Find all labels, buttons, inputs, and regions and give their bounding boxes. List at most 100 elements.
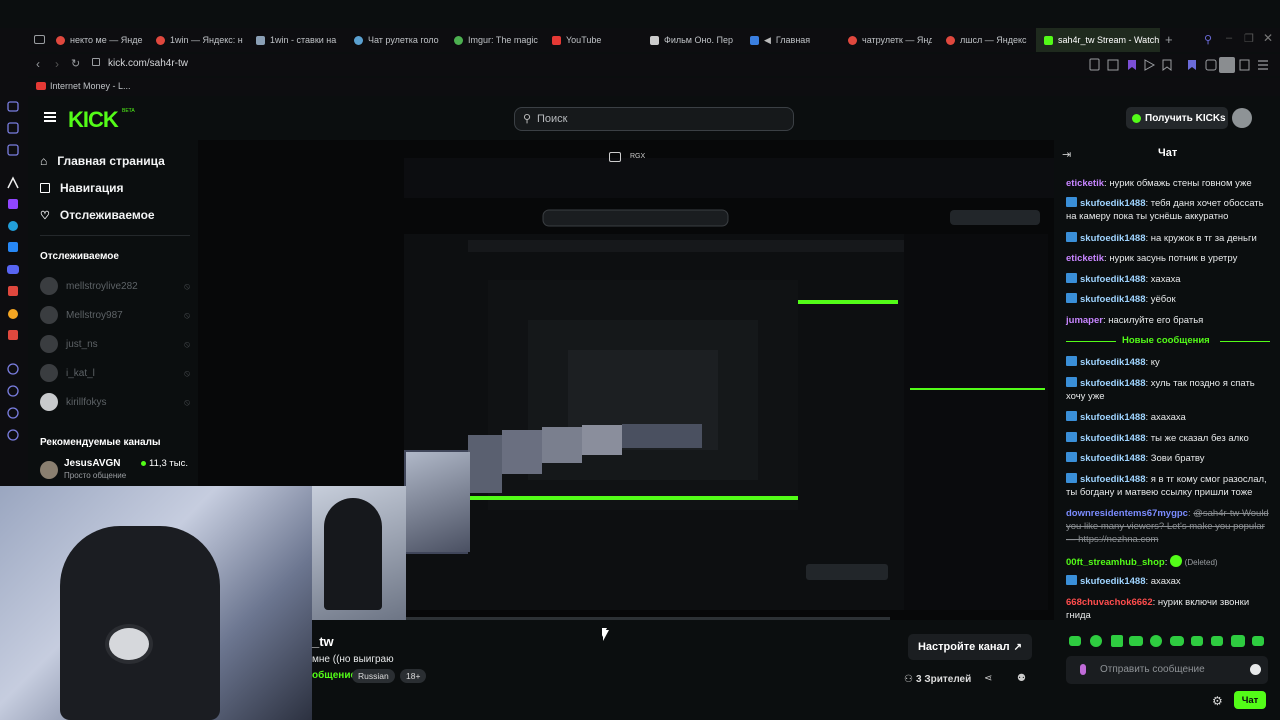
configure-channel-button[interactable]: Настройте канал ↗	[908, 634, 1032, 660]
kick-icon	[1044, 35, 1053, 45]
settings-icon[interactable]: ⚙	[1212, 694, 1223, 708]
sidebar: ⌂ Главная страница Навигация ♡ Отслеживаем…	[28, 140, 198, 485]
browser-tab[interactable]: чатрулетк — Янд	[848, 28, 932, 52]
avatar	[40, 461, 58, 479]
chat-message: skufoedik1488: я в тг кому смог разослал…	[1066, 473, 1267, 498]
pip-icon[interactable]	[609, 152, 621, 162]
chat-message: jumaper: насилуйте его братья	[1066, 315, 1204, 326]
search-input[interactable]: Поиск	[537, 113, 567, 125]
search-bar[interactable]: ⚲ Поиск	[514, 107, 794, 131]
avatar	[40, 335, 58, 353]
bookmarks-bar: Internet Money - L...	[0, 78, 1280, 96]
tag-chip[interactable]: Russian	[352, 669, 395, 683]
kicks-coin-icon	[1132, 113, 1141, 123]
emote-icon	[1170, 555, 1183, 567]
audio-icon: ◀	[764, 34, 771, 45]
chat-message: skufoedik1488: ты же сказал без алко	[1066, 432, 1274, 445]
search-tabs-icon[interactable]: ⚲	[1204, 33, 1212, 46]
followed-channel[interactable]: i_kat_l ⦸	[40, 364, 190, 382]
avatar[interactable]	[1232, 108, 1252, 128]
followed-channel[interactable]: kirillfokys ⦸	[40, 393, 190, 411]
browser-tab[interactable]: 1win - ставки на	[256, 28, 344, 52]
emoji-icon[interactable]	[1250, 664, 1261, 675]
extension-icons[interactable]	[1088, 57, 1278, 73]
tab-overview-icon[interactable]	[34, 35, 45, 44]
new-tab-icon[interactable]: +	[1165, 32, 1173, 47]
badge-icon	[1066, 197, 1077, 207]
live-dot-icon	[141, 461, 146, 466]
badge-icon	[1066, 273, 1077, 283]
rgx-label-icon: RGX	[630, 153, 646, 160]
badge-icon	[1066, 293, 1077, 303]
browser-tab[interactable]: ◀ Главная	[750, 28, 834, 52]
menu-icon[interactable]	[44, 112, 56, 122]
back-icon[interactable]: ‹	[36, 57, 40, 71]
yandex-icon	[946, 35, 955, 45]
microphone-icon[interactable]	[1080, 664, 1086, 675]
lock-icon	[92, 58, 100, 66]
followed-channel[interactable]: mellstroylive282 ⦸	[40, 277, 190, 295]
yandex-icon	[56, 35, 65, 45]
search-icon: ⚲	[523, 113, 532, 125]
followed-channel[interactable]: Mellstroy987 ⦸	[40, 306, 190, 324]
send-chat-button[interactable]: Чат	[1234, 691, 1266, 709]
tag-chip[interactable]: 18+	[400, 669, 427, 683]
nav-browse[interactable]: Навигация	[40, 181, 124, 195]
browser-tab[interactable]: YouTube	[552, 28, 636, 52]
tab-strip: некто ме — Янде 1win — Яндекс: н 1win - …	[0, 28, 1280, 52]
chat-roulette-icon	[354, 35, 363, 45]
offline-icon: ⦸	[184, 280, 190, 291]
address-bar: ‹ › ↻ kick.com/sah4r-tw	[0, 54, 1280, 76]
nav-home[interactable]: ⌂ Главная страница	[40, 154, 165, 168]
followed-channel[interactable]: just_ns ⦸	[40, 335, 190, 353]
browser-tab[interactable]: лшсл — Яндекс	[946, 28, 1030, 52]
imgur-icon	[454, 35, 463, 45]
chat-message: skufoedik1488: уёбок	[1066, 293, 1274, 306]
bookmark-item[interactable]: Internet Money - L...	[50, 81, 131, 91]
stream-category[interactable]: общение	[312, 670, 356, 681]
close-window-icon[interactable]: ✕	[1263, 31, 1273, 45]
recommended-channel[interactable]: JesusAVGN Просто общение 11,3 тыс.	[40, 458, 195, 482]
browser-tab-active[interactable]: sah4r_tw Stream - Watch	[1036, 28, 1160, 52]
sidebar-divider	[40, 235, 190, 236]
yandex-icon	[156, 35, 165, 45]
video-icon	[750, 35, 759, 45]
chat-message: skufoedik1488: хахаха	[1066, 273, 1274, 286]
site-header: KICK BETA ⚲ Поиск Получить KICKs	[28, 98, 1280, 140]
viewer-count: 3 Зрителей	[916, 674, 972, 685]
webcam-person	[324, 498, 382, 610]
chat-input[interactable]: Отправить сообщение	[1066, 656, 1268, 684]
restore-icon[interactable]: ❐	[1244, 32, 1254, 45]
chat-message: 668chuvachok6662: нурик включи звонки гн…	[1066, 597, 1250, 621]
nav-following[interactable]: ♡ Отслеживаемое	[40, 208, 155, 222]
kick-logo[interactable]: KICK	[68, 107, 119, 133]
collapse-chat-icon[interactable]: ⇥	[1062, 148, 1071, 161]
emote-bar[interactable]	[1066, 634, 1276, 648]
get-kicks-button[interactable]: Получить KICKs	[1126, 107, 1228, 129]
badge-icon	[1066, 356, 1077, 366]
chat-message-deleted: downresidentems67mygpc: @sah4r-tw Would …	[1066, 508, 1269, 545]
avatar	[40, 393, 58, 411]
chat-message: skufoedik1488: на кружок в тг за деньги	[1066, 232, 1274, 245]
badge-icon	[1066, 377, 1077, 387]
badge-icon	[1066, 232, 1077, 242]
minimize-icon[interactable]: –	[1226, 32, 1232, 44]
chat-title: Чат	[1158, 147, 1178, 159]
url-field[interactable]: kick.com/sah4r-tw	[108, 58, 188, 69]
external-link-icon: ↗	[1013, 641, 1023, 653]
share-icon[interactable]: ⋖	[984, 673, 992, 684]
badge-icon	[1066, 473, 1077, 483]
home-icon: ⌂	[40, 154, 48, 168]
browser-tab[interactable]: Чат рулетка голо	[354, 28, 442, 52]
forward-icon[interactable]: ›	[55, 57, 59, 71]
avatar	[40, 364, 58, 382]
reload-icon[interactable]: ↻	[71, 57, 80, 70]
browser-tab[interactable]: 1win — Яндекс: н	[156, 28, 244, 52]
browser-tab[interactable]: Фильм Оно. Пер	[650, 28, 734, 52]
logo-beta-tag: BETA	[122, 108, 135, 114]
browser-tab[interactable]: Imgur: The magic	[454, 28, 538, 52]
chat-panel: ⇥ Чат eticketik: нурик обмажь стены говн…	[1054, 140, 1280, 720]
user-add-icon[interactable]: ⚉	[1017, 673, 1026, 684]
mouse-cursor	[603, 630, 615, 641]
browser-tab[interactable]: некто ме — Янде	[56, 28, 148, 52]
